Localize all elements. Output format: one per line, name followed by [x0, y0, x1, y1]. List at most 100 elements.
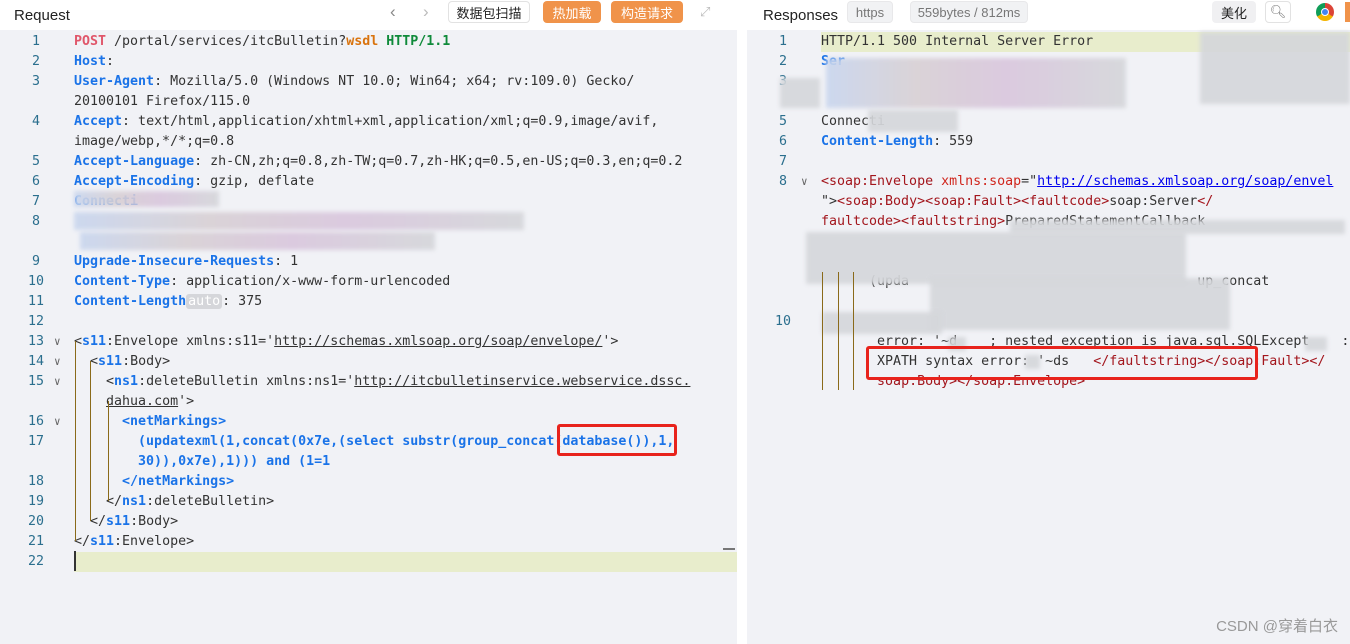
- scan-button[interactable]: 数据包扫描: [448, 1, 530, 23]
- request-header: Request ‹ › 数据包扫描 热加载 构造请求 ⤢: [0, 0, 737, 30]
- line-number: 19: [27, 494, 44, 509]
- highlight-box-error: [866, 346, 1258, 380]
- line-number: 22: [27, 554, 44, 569]
- line-number: 2: [778, 54, 787, 69]
- indent-guide: [108, 401, 109, 501]
- code-line: 1 POST /portal/services/itcBulletin?wsdl …: [0, 32, 737, 52]
- code-token: :Body>: [122, 354, 171, 369]
- build-request-button[interactable]: 构造请求: [611, 1, 683, 23]
- code-line: 20 </s11:Body>: [0, 512, 737, 532]
- code-text: </netMarkings>: [74, 472, 234, 492]
- code-token: <: [74, 354, 99, 369]
- code-token: </: [74, 494, 123, 509]
- code-text: Host:: [74, 52, 122, 72]
- chevron-right-icon[interactable]: ›: [423, 2, 429, 22]
- search-icon[interactable]: 🔍︎: [1265, 1, 1291, 23]
- code-text: Accept: text/html,application/xhtml+xml,…: [74, 112, 658, 132]
- code-line: 5 Connecti: [747, 112, 1350, 132]
- code-text: 20100101 Firefox/115.0: [74, 92, 250, 112]
- code-token: /portal/services/itcBulletin?: [106, 34, 347, 49]
- line-number: 15: [27, 374, 44, 389]
- code-line: 14 ∨ <s11:Body>: [0, 352, 737, 372]
- redacted-region: [822, 312, 942, 334]
- hot-reload-button[interactable]: 热加载: [543, 1, 601, 23]
- code-text: <s11:Envelope xmlns:s11='http://schemas.…: [74, 332, 618, 352]
- code-token: ns1: [122, 494, 147, 509]
- code-token: '>: [602, 334, 619, 349]
- scrollbar[interactable]: [723, 548, 735, 550]
- code-line: 3 User-Agent: Mozilla/5.0 (Windows NT 10.…: [0, 72, 737, 92]
- code-token: faultcode><faultstring>: [821, 214, 1006, 229]
- indent-guide: [822, 272, 823, 390]
- code-line: 4 Accept: text/html,application/xhtml+xml…: [0, 112, 737, 132]
- line-number: 3: [31, 74, 40, 89]
- line-number: 21: [27, 534, 44, 549]
- code-line: 18 </netMarkings>: [0, 472, 737, 492]
- code-token: '>: [178, 394, 195, 409]
- code-line: 22: [0, 552, 737, 572]
- code-token: <soap:Envelope: [821, 174, 934, 189]
- fold-chevron-icon[interactable]: ∨: [54, 352, 61, 372]
- code-token: POST: [74, 34, 107, 49]
- code-token: Upgrade-Insecure-Requests: [74, 254, 275, 269]
- code-text: 30)),0x7e),1))) and (1=1: [74, 452, 330, 472]
- code-line: 7: [747, 152, 1350, 172]
- code-token: : Mozilla/5.0 (Windows NT 10.0; Win64; x…: [154, 74, 635, 89]
- code-token: </: [1197, 194, 1214, 209]
- divider[interactable]: [737, 0, 747, 644]
- line-number: 17: [27, 434, 44, 449]
- code-token: s11: [106, 514, 131, 529]
- line-number: 6: [31, 174, 40, 189]
- code-token: : gzip, deflate: [194, 174, 315, 189]
- code-text: Accept-Language: zh-CN,zh;q=0.8,zh-TW;q=…: [74, 152, 682, 172]
- fold-chevron-icon[interactable]: ∨: [801, 172, 808, 192]
- fold-chevron-icon[interactable]: ∨: [54, 372, 61, 392]
- indent-guide: [838, 272, 839, 390]
- redacted-region: [80, 232, 435, 250]
- code-token: HTTP/1.1 500 Internal Server Error: [821, 34, 1094, 49]
- line-number: 4: [31, 114, 40, 129]
- code-line: image/webp,*/*;q=0.8: [0, 132, 737, 152]
- chrome-icon[interactable]: [1316, 3, 1334, 21]
- line-number: 6: [778, 134, 787, 149]
- redacted-region: [868, 110, 958, 132]
- code-text: Accept-Encoding: gzip, deflate: [74, 172, 314, 192]
- beautify-button[interactable]: 美化: [1212, 1, 1256, 23]
- code-text: HTTP/1.1 500 Internal Server Error: [821, 32, 1093, 52]
- code-token: User-Agent: [74, 74, 155, 89]
- line-number: 16: [27, 414, 44, 429]
- fold-chevron-icon[interactable]: ∨: [54, 412, 61, 432]
- code-line: 15 ∨ <ns1:deleteBulletin xmlns:ns1='http:…: [0, 372, 737, 392]
- response-stats: 559bytes / 812ms: [910, 1, 1028, 23]
- fold-chevron-icon[interactable]: ∨: [54, 332, 61, 352]
- line-number: 9: [31, 254, 40, 269]
- code-token: =": [1021, 174, 1038, 189]
- chevron-left-icon[interactable]: ‹: [390, 2, 396, 22]
- code-token: :deleteBulletin>: [146, 494, 275, 509]
- code-line: 11 Content-Length auto: 375: [0, 292, 737, 312]
- line-number: 1: [778, 34, 787, 49]
- code-line: 6 Content-Length: 559: [747, 132, 1350, 152]
- expand-icon[interactable]: ⤢: [700, 4, 710, 20]
- code-token: HTTP/1.1: [386, 34, 451, 49]
- line-number: 11: [27, 294, 44, 309]
- code-token: 20100101 Firefox/115.0: [74, 94, 251, 109]
- line-number: 20: [27, 514, 44, 529]
- code-token: <netMarkings>: [122, 414, 227, 429]
- toolbar-overflow: [1345, 2, 1350, 22]
- code-text: Content-Type: application/x-www-form-url…: [74, 272, 450, 292]
- code-line: "><soap:Body><soap:Fault><faultcode>soap…: [747, 192, 1350, 212]
- redacted-region: [1305, 337, 1327, 351]
- code-text: </ns1:deleteBulletin>: [74, 492, 274, 512]
- redacted-region: [826, 58, 1126, 108]
- line-number: 1: [31, 34, 40, 49]
- code-line: 9 Upgrade-Insecure-Requests: 1: [0, 252, 737, 272]
- code-text: dahua.com'>: [74, 392, 194, 412]
- code-text: Upgrade-Insecure-Requests: 1: [74, 252, 298, 272]
- code-text: image/webp,*/*;q=0.8: [74, 132, 234, 152]
